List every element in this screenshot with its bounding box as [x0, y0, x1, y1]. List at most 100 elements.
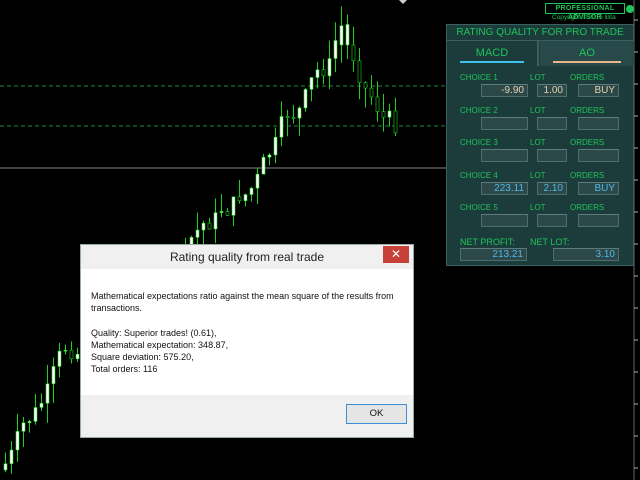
- candle-body: [255, 173, 260, 189]
- candle-body: [33, 407, 38, 422]
- net-profit-label: NET PROFIT:: [460, 237, 515, 247]
- candle-body: [57, 350, 62, 367]
- rating-dialog: Rating quality from real trade ✕ Mathema…: [80, 244, 414, 438]
- candle-body: [273, 136, 278, 156]
- candle-body: [207, 222, 212, 230]
- candle-body: [243, 194, 248, 202]
- candle-body: [309, 77, 314, 90]
- lot-label: LOT: [530, 73, 546, 82]
- candle-body: [285, 116, 290, 118]
- candle-body: [69, 349, 74, 360]
- candle-body: [393, 110, 398, 134]
- quality-line: Quality: Superior trades! (0.61),: [91, 327, 217, 338]
- candle-body: [201, 222, 206, 231]
- choice-label: CHOICE 4: [460, 170, 498, 180]
- choice-value-field[interactable]: [481, 214, 528, 227]
- choice-orders-field[interactable]: [578, 149, 619, 162]
- expectation-line: Mathematical expectation: 348.87,: [91, 339, 229, 350]
- professional-advisor-badge: PROFESSIONAL ADVISOR: [545, 3, 625, 21]
- candle-body: [75, 353, 80, 360]
- lot-label: LOT: [530, 170, 546, 180]
- status-indicator-icon: [626, 5, 634, 13]
- candle-body: [213, 212, 218, 230]
- lot-label: LOT: [530, 105, 546, 115]
- candle-body: [363, 82, 368, 89]
- candle-body: [3, 463, 8, 471]
- lot-label: LOT: [530, 203, 546, 212]
- dialog-title: Rating quality from real trade: [81, 245, 413, 269]
- candle-body: [291, 117, 296, 119]
- close-button[interactable]: ✕: [383, 246, 409, 263]
- copyright: Copyright © 2015 lilita: [552, 14, 616, 21]
- candle-body: [297, 107, 302, 119]
- choice-orders-field[interactable]: [578, 214, 619, 227]
- tab-label: AO: [579, 47, 595, 59]
- candle-body: [321, 69, 326, 77]
- choice-value-field[interactable]: 223.11: [481, 181, 528, 195]
- candle-body: [387, 110, 392, 118]
- choice-orders-field[interactable]: BUY: [578, 181, 619, 195]
- candle-body: [237, 196, 242, 202]
- candle-body: [351, 44, 356, 62]
- candle-body: [345, 24, 350, 46]
- choice-orders-field[interactable]: BUY: [578, 84, 619, 97]
- dialog-description: Mathematical expectations ratio against …: [91, 291, 394, 314]
- tab-macd[interactable]: MACD: [447, 41, 539, 66]
- tab-underline: [553, 61, 621, 63]
- candle-body: [357, 60, 362, 84]
- total-orders-line: Total orders: 116: [91, 364, 158, 375]
- choice-label: CHOICE 1: [460, 73, 498, 82]
- candle-body: [15, 431, 20, 451]
- candle-body: [333, 40, 338, 59]
- candle-body: [303, 89, 308, 109]
- candle-body: [381, 111, 386, 118]
- candle-body: [261, 156, 266, 175]
- candle-body: [315, 69, 320, 78]
- candle-body: [63, 349, 68, 352]
- choice-lot-field[interactable]: 1.00: [537, 84, 567, 97]
- net-lot-field[interactable]: 3.10: [553, 248, 619, 261]
- candle-body: [45, 383, 50, 404]
- ok-button[interactable]: OK: [346, 404, 407, 424]
- candle-body: [195, 229, 200, 238]
- candle-body: [219, 211, 224, 213]
- tab-label: MACD: [475, 47, 509, 59]
- orders-label: ORDERS: [570, 105, 605, 115]
- candle-body: [327, 58, 332, 77]
- deviation-line: Square deviation: 575.20,: [91, 352, 194, 363]
- candle-body: [369, 87, 374, 98]
- candle-body: [267, 154, 272, 158]
- choice-orders-field[interactable]: [578, 116, 619, 130]
- tab-ao[interactable]: AO: [540, 41, 634, 66]
- candle-body: [279, 116, 284, 138]
- candle-body: [225, 211, 230, 216]
- orders-label: ORDERS: [570, 138, 605, 147]
- orders-label: ORDERS: [570, 203, 605, 212]
- choice-lot-field[interactable]: [537, 116, 567, 130]
- candle-body: [27, 421, 32, 424]
- choice-label: CHOICE 3: [460, 138, 498, 147]
- candle-body: [9, 449, 14, 465]
- net-lot-label: NET LOT:: [530, 237, 570, 247]
- choice-lot-field[interactable]: [537, 149, 567, 162]
- lot-label: LOT: [530, 138, 546, 147]
- shift-marker-icon: [399, 0, 407, 4]
- orders-label: ORDERS: [570, 170, 605, 180]
- orders-label: ORDERS: [570, 73, 605, 82]
- choice-value-field[interactable]: -9.90: [481, 84, 528, 97]
- net-profit-field[interactable]: 213.21: [460, 248, 527, 261]
- candle-body: [231, 196, 236, 216]
- choice-lot-field[interactable]: [537, 214, 567, 227]
- choice-value-field[interactable]: [481, 149, 528, 162]
- choice-label: CHOICE 2: [460, 105, 498, 115]
- choice-value-field[interactable]: [481, 116, 528, 130]
- candle-body: [21, 422, 26, 432]
- tab-underline: [460, 61, 524, 63]
- candle-body: [39, 403, 44, 408]
- candle-body: [51, 366, 56, 385]
- panel-title: RATING QUALITY FOR PRO TRADE: [447, 25, 633, 41]
- choice-label: CHOICE 5: [460, 203, 498, 212]
- choice-lot-field[interactable]: 2.10: [537, 181, 567, 195]
- candle-body: [249, 187, 254, 195]
- candle-body: [339, 25, 344, 46]
